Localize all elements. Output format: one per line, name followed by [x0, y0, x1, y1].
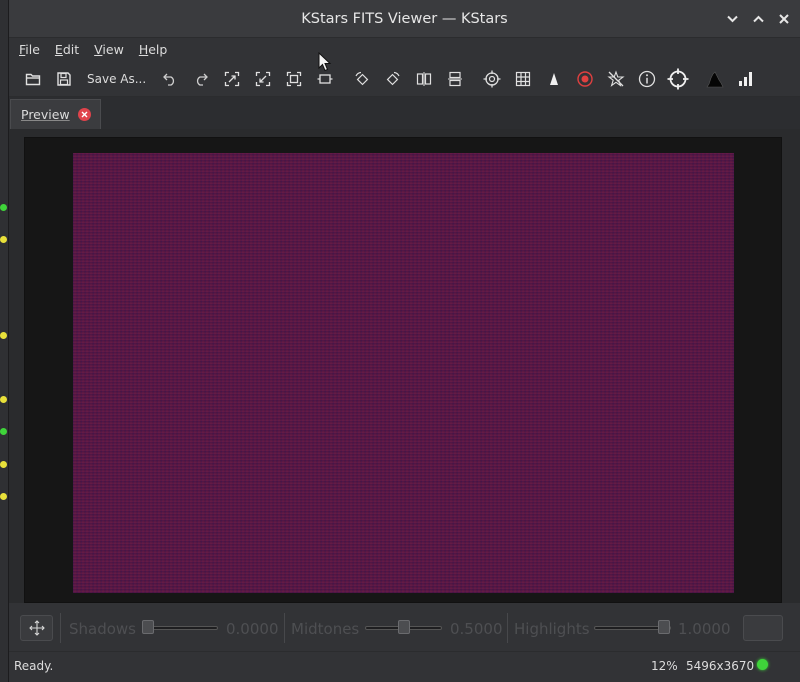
tab-bar: Preview — [9, 97, 800, 129]
divider — [507, 613, 508, 643]
close-window-button[interactable] — [778, 13, 790, 25]
divider — [284, 613, 285, 643]
zoom-in-button[interactable] — [216, 64, 247, 94]
pixel-grid-icon — [549, 72, 558, 85]
grid-icon — [515, 71, 530, 86]
status-dot-green — [0, 204, 7, 211]
zoom-out-button[interactable] — [247, 64, 278, 94]
shadows-slider-handle[interactable] — [142, 620, 154, 634]
mark-stars-icon — [576, 70, 593, 87]
pixel-grid-button[interactable] — [538, 64, 569, 94]
status-dot-yellow — [0, 396, 7, 403]
zoom-fit-icon — [286, 71, 301, 86]
hide-stars-icon — [607, 69, 625, 87]
main-toolbar: Save As... — [9, 61, 800, 97]
status-led-icon — [757, 659, 768, 670]
highlights-slider-handle[interactable] — [658, 620, 670, 634]
chevron-up-icon — [752, 15, 764, 23]
zoom-in-icon — [224, 71, 239, 86]
info-icon — [638, 70, 655, 87]
grid-button[interactable] — [507, 64, 538, 94]
status-dot-green — [0, 428, 7, 435]
zoom-level: 12% — [651, 659, 678, 673]
info-button[interactable] — [631, 64, 662, 94]
minimize-button[interactable] — [726, 13, 738, 25]
menu-edit[interactable]: Edit — [54, 42, 87, 57]
crosshair-icon — [483, 70, 501, 87]
menu-help[interactable]: Help — [138, 42, 176, 57]
redo-button[interactable] — [185, 64, 216, 94]
mouse-cursor-icon — [318, 52, 332, 72]
undo-icon — [162, 73, 174, 86]
zoom-fit-button[interactable] — [278, 64, 309, 94]
tab-preview-label: Preview — [21, 107, 70, 122]
midtones-value: 0.5000 — [450, 620, 503, 638]
move-icon — [28, 620, 45, 636]
menu-view[interactable]: View — [93, 42, 132, 57]
tab-preview[interactable]: Preview — [10, 99, 101, 129]
flip-vertical-button[interactable] — [439, 64, 470, 94]
status-message: Ready. — [14, 659, 54, 673]
flip-horizontal-icon — [416, 71, 431, 86]
fits-image-viewport[interactable] — [24, 137, 782, 603]
status-dot-yellow — [0, 236, 7, 243]
save-icon — [56, 71, 71, 86]
fits-image[interactable] — [73, 153, 734, 593]
image-resolution: 5496x3670 — [686, 659, 755, 673]
shadows-label: Shadows — [69, 620, 137, 638]
flip-vertical-icon — [447, 71, 462, 86]
highlights-value: 1.0000 — [678, 620, 731, 638]
status-bar: Ready. 12% 5496x3670 — [9, 651, 800, 682]
histogram-icon — [706, 70, 724, 87]
save-as-button[interactable]: Save As... — [79, 64, 154, 94]
redo-icon — [196, 73, 208, 86]
save-button[interactable] — [48, 64, 79, 94]
status-dot-yellow — [0, 493, 7, 500]
zoom-out-icon — [255, 71, 270, 86]
zoom-default-icon — [317, 73, 333, 84]
window-title: KStars FITS Viewer — KStars — [301, 11, 508, 27]
flip-horizontal-button[interactable] — [408, 64, 439, 94]
histogram-button[interactable] — [699, 64, 730, 94]
status-dot-yellow — [0, 461, 7, 468]
close-icon — [81, 111, 88, 118]
midtones-slider-handle[interactable] — [398, 620, 410, 634]
highlights-label: Highlights — [514, 620, 590, 638]
target-icon — [667, 68, 689, 89]
image-area — [9, 129, 800, 603]
close-tab-button[interactable] — [77, 108, 91, 121]
open-button[interactable] — [17, 64, 48, 94]
close-icon — [779, 14, 789, 24]
statistics-icon — [738, 71, 752, 86]
fits-viewer-window: KStars FITS Viewer — KStars File Edit Vi… — [8, 0, 800, 682]
statistics-button[interactable] — [730, 64, 761, 94]
maximize-button[interactable] — [752, 13, 764, 25]
menu-file[interactable]: File — [18, 42, 48, 57]
rotate-ccw-button[interactable] — [346, 64, 377, 94]
target-button[interactable] — [662, 64, 693, 94]
midtones-label: Midtones — [291, 620, 360, 638]
rotate-ccw-icon — [355, 71, 368, 85]
status-dot-yellow — [0, 332, 7, 339]
shadows-value: 0.0000 — [226, 620, 279, 638]
color-button[interactable] — [743, 615, 783, 641]
open-icon — [25, 73, 40, 85]
shadows-slider[interactable] — [143, 626, 218, 630]
crosshair-button[interactable] — [476, 64, 507, 94]
background-window-edge — [0, 0, 8, 682]
rotate-cw-icon — [386, 71, 400, 85]
title-bar[interactable]: KStars FITS Viewer — KStars — [9, 0, 800, 38]
chevron-down-icon — [726, 15, 738, 23]
pan-button[interactable] — [20, 615, 53, 641]
mark-stars-button[interactable] — [569, 64, 600, 94]
rotate-cw-button[interactable] — [377, 64, 408, 94]
menu-bar: File Edit View Help — [9, 38, 800, 61]
stretch-bar: Shadows 0.0000 Midtones 0.5000 Highlight… — [9, 607, 800, 647]
undo-button[interactable] — [154, 64, 185, 94]
hide-stars-button[interactable] — [600, 64, 631, 94]
divider — [60, 613, 61, 643]
